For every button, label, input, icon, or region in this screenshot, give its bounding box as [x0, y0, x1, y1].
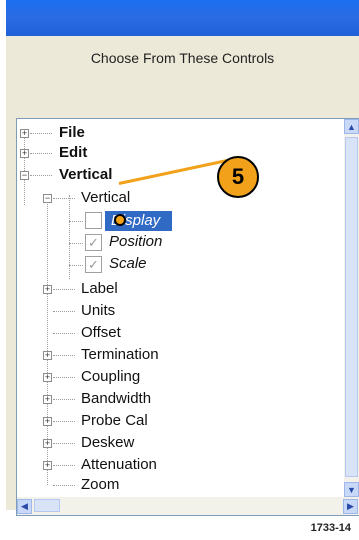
tree-item-coupling[interactable]: Coupling [81, 367, 140, 387]
callout-number-badge: 5 [217, 156, 259, 198]
tree-item-deskew[interactable]: Deskew [81, 433, 134, 453]
tree-item-edit[interactable]: Edit [59, 143, 87, 163]
tree-item-position[interactable]: Position [109, 232, 162, 252]
tree-item-units[interactable]: Units [81, 301, 115, 321]
display-checkbox[interactable] [85, 212, 102, 229]
figure-id: 1733-14 [310, 522, 351, 534]
expand-bandwidth-icon[interactable]: + [43, 395, 52, 404]
tree-item-zoom[interactable]: Zoom [81, 475, 119, 495]
expand-file-icon[interactable]: + [20, 129, 29, 138]
vertical-scrollbar[interactable]: ▲ ▼ [344, 119, 359, 497]
tree-item-vertical[interactable]: Vertical [59, 165, 112, 185]
tree-item-offset[interactable]: Offset [81, 323, 121, 343]
scroll-right-icon[interactable]: ▶ [343, 499, 358, 514]
position-checkbox[interactable]: ✓ [85, 234, 102, 251]
controls-tree[interactable]: + File + Edit − Vertical − Vertical Disp… [16, 118, 359, 516]
expand-label-icon[interactable]: + [43, 285, 52, 294]
vertical-scroll-thumb[interactable] [345, 137, 358, 477]
tree-item-scale[interactable]: Scale [109, 254, 147, 274]
scale-checkbox[interactable]: ✓ [85, 256, 102, 273]
horizontal-scroll-thumb[interactable] [34, 499, 60, 512]
tree-item-attenuation[interactable]: Attenuation [81, 455, 157, 475]
tree-item-bandwidth[interactable]: Bandwidth [81, 389, 151, 409]
window-title-bar [6, 0, 359, 36]
expand-deskew-icon[interactable]: + [43, 439, 52, 448]
tree-item-file[interactable]: File [59, 123, 85, 143]
tree-item-probe-cal[interactable]: Probe Cal [81, 411, 148, 431]
collapse-vertical-icon[interactable]: − [20, 171, 29, 180]
scroll-left-icon[interactable]: ◀ [17, 499, 32, 514]
expand-probe-cal-icon[interactable]: + [43, 417, 52, 426]
scroll-up-icon[interactable]: ▲ [344, 119, 359, 134]
horizontal-scrollbar[interactable]: ◀ ▶ [17, 497, 359, 515]
expand-attenuation-icon[interactable]: + [43, 461, 52, 470]
expand-edit-icon[interactable]: + [20, 149, 29, 158]
collapse-vertical-child-icon[interactable]: − [43, 194, 52, 203]
scroll-down-icon[interactable]: ▼ [344, 482, 359, 497]
panel-heading: Choose From These Controls [90, 50, 275, 66]
tree-item-vertical-child[interactable]: Vertical [81, 188, 130, 208]
tree-item-label[interactable]: Label [81, 279, 118, 299]
expand-coupling-icon[interactable]: + [43, 373, 52, 382]
callout-pointer-dot [114, 214, 126, 226]
controls-panel: Choose From These Controls + File + Edit… [6, 36, 359, 516]
expand-termination-icon[interactable]: + [43, 351, 52, 360]
tree-item-termination[interactable]: Termination [81, 345, 159, 365]
